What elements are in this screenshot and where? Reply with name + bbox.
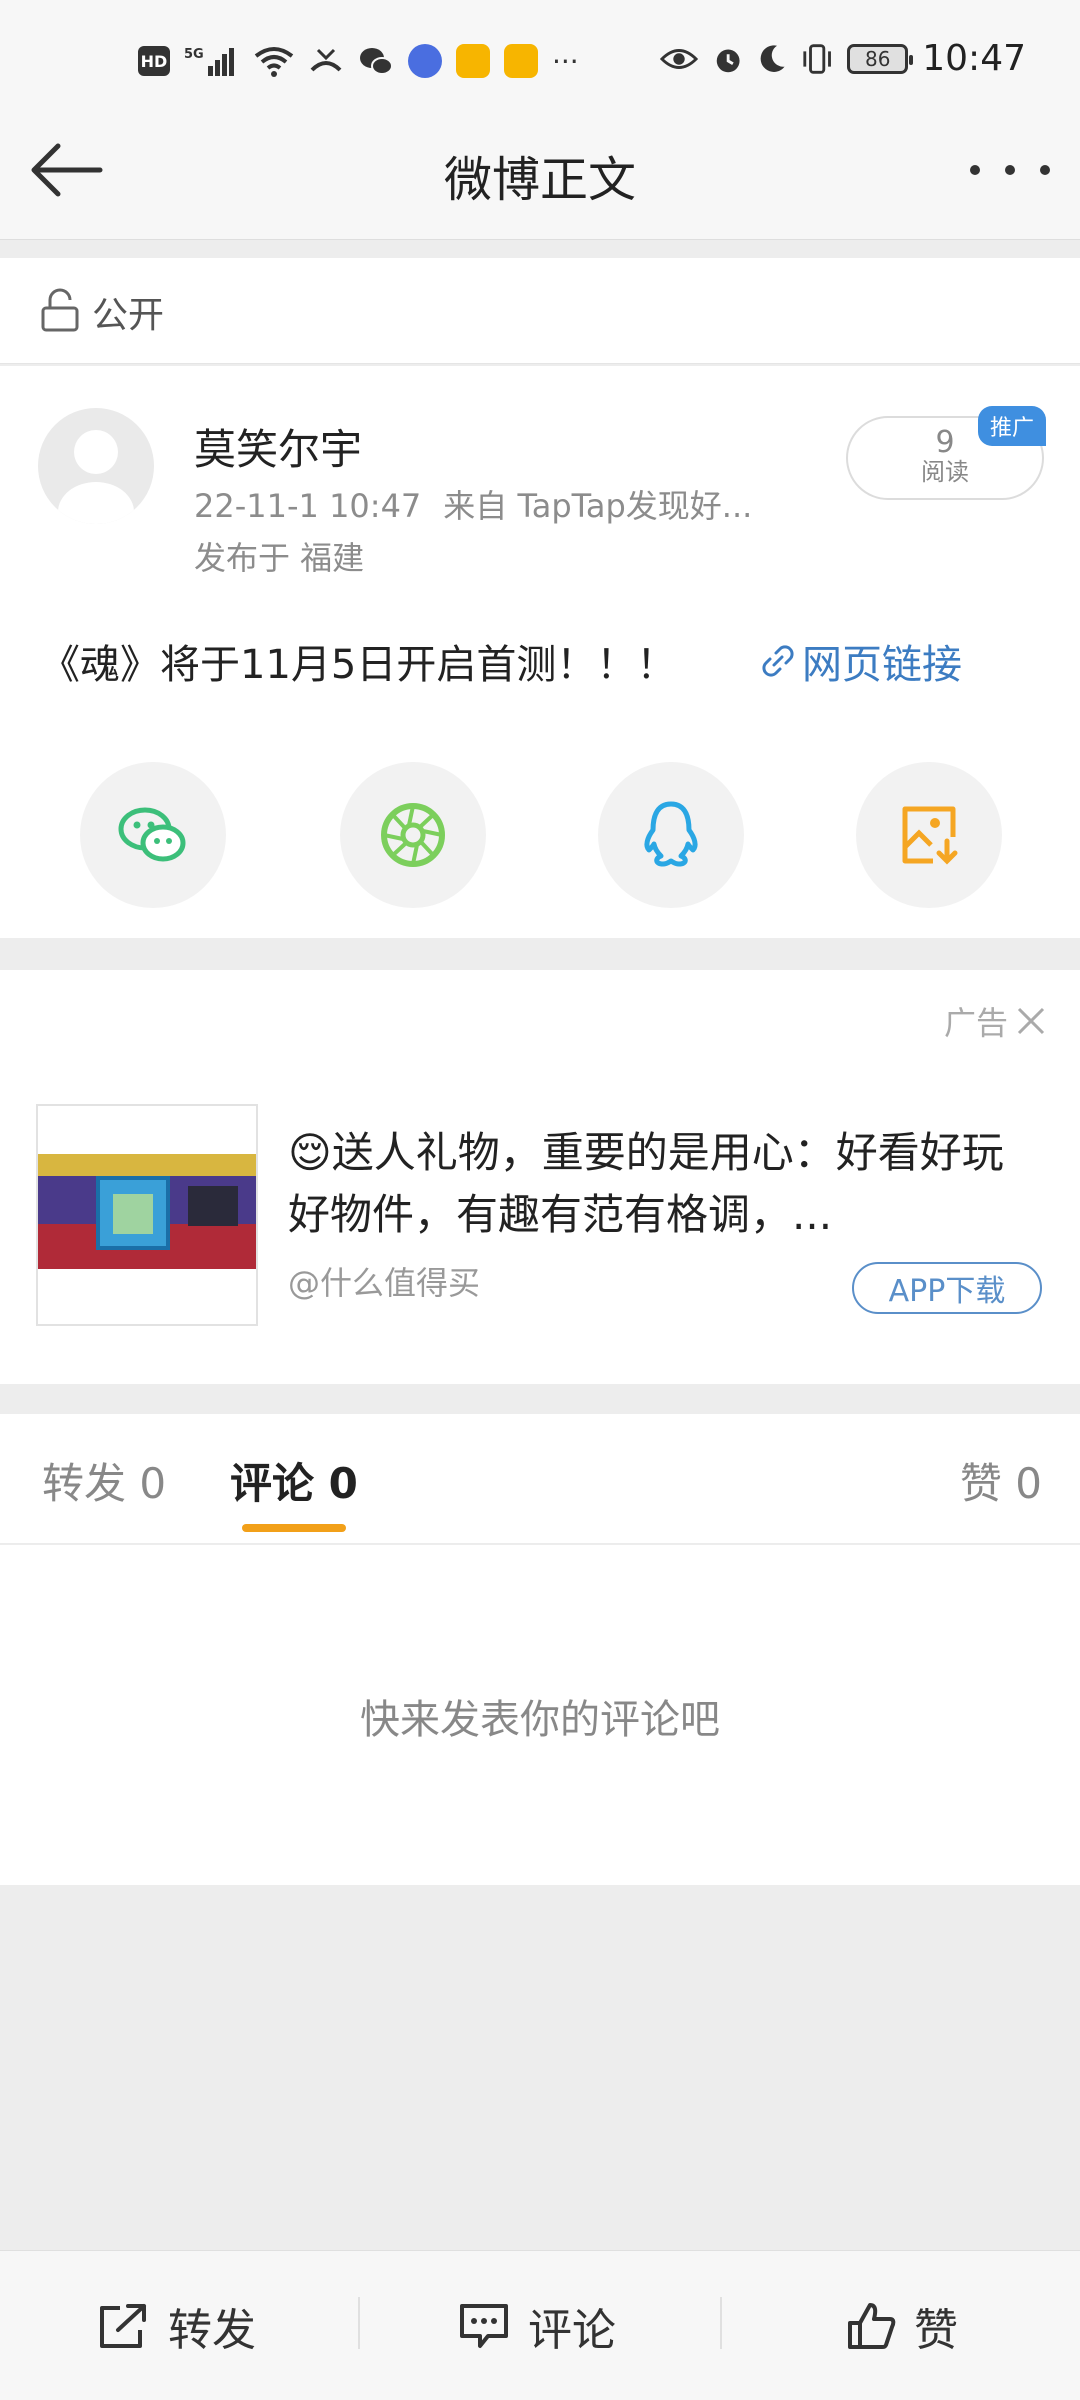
comments-area: 快来发表你的评论吧 [0,1545,1080,1885]
link-icon [762,645,794,677]
avatar[interactable] [38,408,154,524]
qq-icon [644,801,698,867]
comment-button[interactable]: 评论 [458,2251,616,2400]
page-title: 微博正文 [443,152,636,208]
comment-label: 评论 [528,2305,616,2356]
tab-like[interactable]: 赞 0 [960,1450,1042,1511]
unlock-icon [41,288,79,332]
visibility-label: 公开 [92,295,165,336]
more-notifications-indicator: ··· [552,44,579,78]
ad-thumbnail[interactable] [36,1104,258,1326]
eye-icon [660,48,699,69]
missed-call-icon [310,48,342,72]
status-time: 10:47 [922,38,1026,79]
post-location: 发布于 福建 [194,539,365,577]
ad-title[interactable]: 😌送人礼物，重要的是用心：好看好玩好物件，有趣有范有格调，... [288,1122,1032,1246]
status-left-icons: HD 5G ··· [138,44,579,78]
promo-badge[interactable]: 推广 [978,406,1046,446]
bottom-action-bar: 转发 评论 赞 [0,2250,1080,2400]
default-avatar-icon [58,430,134,524]
share-row [0,762,1080,912]
tab-repost[interactable]: 转发 0 [42,1450,166,1511]
wechat-icon [118,807,186,862]
post-text: 《魂》将于11月5日开启首测！！！ [40,642,677,688]
save-image-icon [902,806,958,865]
weibo-icon [456,44,490,78]
post-timestamp: 22-11-1 10:47 [194,487,422,525]
divider [358,2297,360,2349]
status-bar: HD 5G ··· 86 10:47 [0,0,1080,130]
post-source[interactable]: 来自 TapTap发现好... [443,487,752,525]
like-label: 赞 [914,2305,958,2356]
interaction-tabs: 转发 0 评论 0 赞 0 [0,1414,1080,1544]
like-button[interactable]: 赞 [846,2251,958,2400]
ad-image [38,1154,256,1269]
ad-source[interactable]: @什么值得买 [288,1258,480,1304]
visibility-row[interactable]: 公开 [0,258,1080,364]
more-dots-icon[interactable] [970,160,1050,180]
post-meta: 22-11-1 10:47 来自 TapTap发现好... [194,481,794,527]
empty-comments-text: 快来发表你的评论吧 [360,1697,720,1743]
svg-text:5G: 5G [184,47,204,62]
read-label: 阅读 [921,458,969,486]
weibo-icon [504,44,538,78]
alarm-icon [716,48,740,72]
5g-signal-icon: 5G [184,47,234,76]
ad-emoji: 😌 [288,1128,332,1177]
repost-button[interactable]: 转发 [98,2251,256,2400]
moments-icon [381,803,445,867]
battery-icon: 86 [847,43,914,74]
share-out-icon [100,2304,146,2348]
share-moments-button[interactable] [340,762,486,908]
thumbs-up-icon [848,2303,896,2349]
moon-icon [760,44,785,72]
ad-label[interactable]: 广告 [944,998,1046,1044]
share-wechat-button[interactable] [80,762,226,908]
active-tab-indicator [242,1524,346,1532]
status-right-icons: 86 10:47 [660,38,1080,79]
hd-icon: HD [138,46,170,76]
ad-title-text: 送人礼物，重要的是用心：好看好玩好物件，有趣有范有格调，... [288,1128,1004,1239]
app-download-button[interactable]: APP下载 [852,1262,1042,1314]
web-link-label: 网页链接 [802,642,962,688]
post-card: 莫笑尔宇 22-11-1 10:47 来自 TapTap发现好... 发布于 福建… [0,366,1080,938]
wechat-icon [360,48,393,75]
ad-label-text: 广告 [943,1004,1008,1042]
tab-comment[interactable]: 评论 0 [230,1450,358,1511]
divider [720,2297,722,2349]
wifi-icon [254,47,294,77]
vibrate-icon [803,43,831,74]
comment-icon [460,2304,508,2348]
ad-card[interactable]: 广告 😌送人礼物，重要的是用心：好看好玩好物件，有趣有范有格调，... @什么值… [0,970,1080,1384]
share-qq-button[interactable] [598,762,744,908]
username[interactable]: 莫笑尔宇 [194,416,362,477]
web-link[interactable]: 网页链接 [760,632,962,690]
close-icon[interactable] [1016,1006,1046,1036]
music-icon [408,44,442,78]
repost-label: 转发 [168,2305,256,2356]
save-image-button[interactable] [856,762,1002,908]
